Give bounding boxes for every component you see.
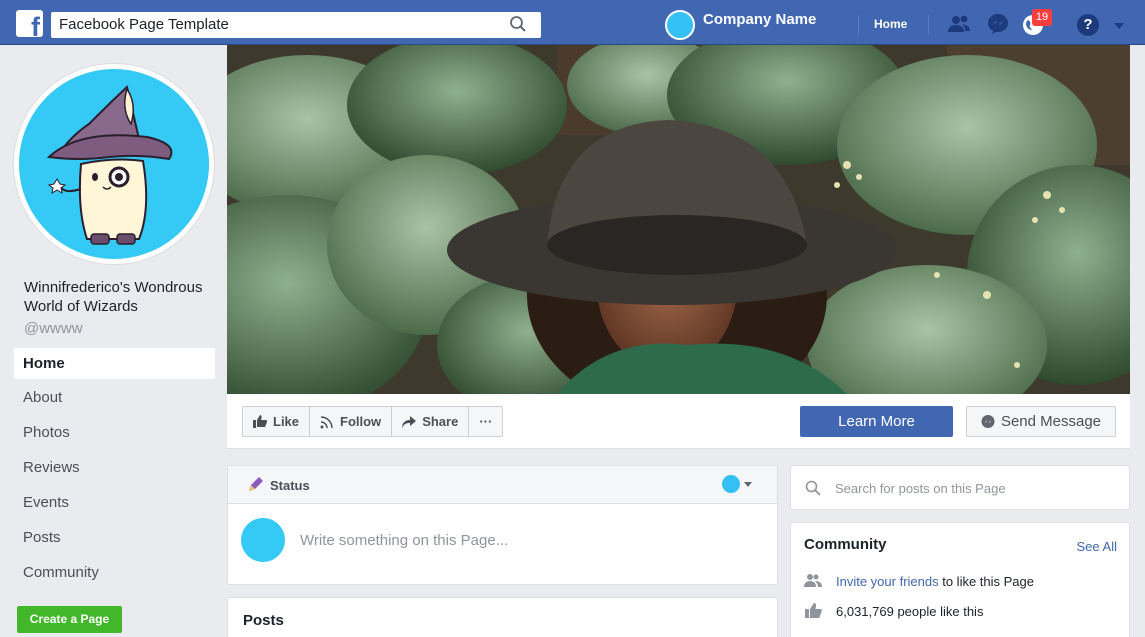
search-icon bbox=[805, 480, 821, 496]
page-profile-picture[interactable] bbox=[14, 64, 214, 264]
status-input[interactable]: Write something on this Page... bbox=[300, 532, 508, 549]
page-username: @wwww bbox=[24, 320, 83, 337]
learn-more-button[interactable]: Learn More bbox=[800, 406, 953, 437]
see-all-link[interactable]: See All bbox=[1077, 539, 1117, 554]
messenger-icon[interactable] bbox=[986, 12, 1010, 36]
page-title[interactable]: Winnifrederico's Wondrous World of Wizar… bbox=[24, 278, 224, 316]
search-input[interactable]: Facebook Page Template bbox=[51, 12, 541, 38]
share-label: Share bbox=[422, 414, 459, 429]
posting-as-avatar[interactable] bbox=[722, 475, 740, 493]
divider bbox=[858, 15, 859, 35]
friends-icon bbox=[804, 574, 822, 587]
notification-count-badge: 19 bbox=[1032, 9, 1052, 26]
nav-item-about[interactable]: About bbox=[14, 383, 215, 418]
community-heading: Community bbox=[804, 536, 887, 553]
top-navigation-bar: f Facebook Page Template Company Name Ho… bbox=[0, 0, 1145, 45]
composer-avatar bbox=[241, 518, 285, 562]
home-link[interactable]: Home bbox=[874, 17, 907, 31]
page-navigation-menu: Home About Photos Reviews Events Posts C… bbox=[14, 348, 215, 593]
account-menu-caret-icon[interactable] bbox=[1114, 23, 1124, 29]
help-icon[interactable]: ? bbox=[1077, 14, 1099, 36]
wizard-mascot-image bbox=[19, 69, 209, 259]
send-message-label: Send Message bbox=[1000, 413, 1102, 430]
like-button[interactable]: Like bbox=[243, 407, 311, 436]
nav-item-home[interactable]: Home bbox=[14, 348, 215, 379]
nav-item-posts[interactable]: Posts bbox=[14, 523, 215, 558]
thumbs-up-icon bbox=[253, 415, 267, 428]
posts-heading: Posts bbox=[243, 612, 284, 629]
friend-requests-icon[interactable] bbox=[947, 12, 971, 36]
divider bbox=[928, 15, 929, 35]
status-tab[interactable]: Status bbox=[270, 478, 310, 493]
share-arrow-icon bbox=[402, 415, 417, 428]
invite-friends-link[interactable]: Invite your friends bbox=[836, 574, 939, 589]
rss-icon bbox=[320, 415, 333, 428]
invite-text: Invite your friends to like this Page bbox=[836, 574, 1034, 589]
status-composer: Status Write something on this Page... bbox=[227, 465, 778, 585]
profile-avatar[interactable] bbox=[665, 10, 695, 40]
page-action-bar: Like Follow Share ··· Learn More Send Me… bbox=[227, 394, 1130, 449]
messenger-icon bbox=[981, 414, 995, 428]
send-message-button[interactable]: Send Message bbox=[966, 406, 1116, 437]
likes-count-row: 6,031,769 people like this bbox=[804, 603, 983, 619]
posts-section: Posts bbox=[227, 597, 778, 637]
page-action-buttons: Like Follow Share ··· bbox=[242, 406, 504, 437]
search-posts-input[interactable]: Search for posts on this Page bbox=[835, 481, 1006, 496]
invite-friends-row: Invite your friends to like this Page bbox=[804, 573, 1034, 589]
more-options-button[interactable]: ··· bbox=[469, 407, 502, 436]
follow-label: Follow bbox=[340, 414, 382, 429]
pencil-icon bbox=[249, 477, 263, 491]
nav-item-community[interactable]: Community bbox=[14, 558, 215, 593]
thumbs-up-icon bbox=[805, 603, 822, 618]
share-button[interactable]: Share bbox=[392, 407, 470, 436]
follow-button[interactable]: Follow bbox=[310, 407, 393, 436]
likes-count-text: 6,031,769 people like this bbox=[836, 603, 984, 619]
nav-item-reviews[interactable]: Reviews bbox=[14, 453, 215, 488]
invite-rest-text: to like this Page bbox=[938, 573, 1034, 589]
create-page-button[interactable]: Create a Page bbox=[17, 606, 122, 633]
nav-item-events[interactable]: Events bbox=[14, 488, 215, 523]
like-label: Like bbox=[273, 414, 300, 429]
nav-item-photos[interactable]: Photos bbox=[14, 418, 215, 453]
search-posts-box[interactable]: Search for posts on this Page bbox=[790, 465, 1130, 510]
composer-header: Status bbox=[228, 466, 777, 504]
chevron-down-icon[interactable] bbox=[744, 482, 752, 487]
cover-photo[interactable] bbox=[227, 45, 1130, 394]
search-icon[interactable] bbox=[509, 15, 527, 33]
search-input-text: Facebook Page Template bbox=[59, 16, 229, 33]
facebook-logo-icon[interactable]: f bbox=[16, 10, 43, 37]
community-card: Community See All Invite your friends to… bbox=[790, 522, 1130, 637]
profile-name-link[interactable]: Company Name bbox=[703, 11, 816, 28]
